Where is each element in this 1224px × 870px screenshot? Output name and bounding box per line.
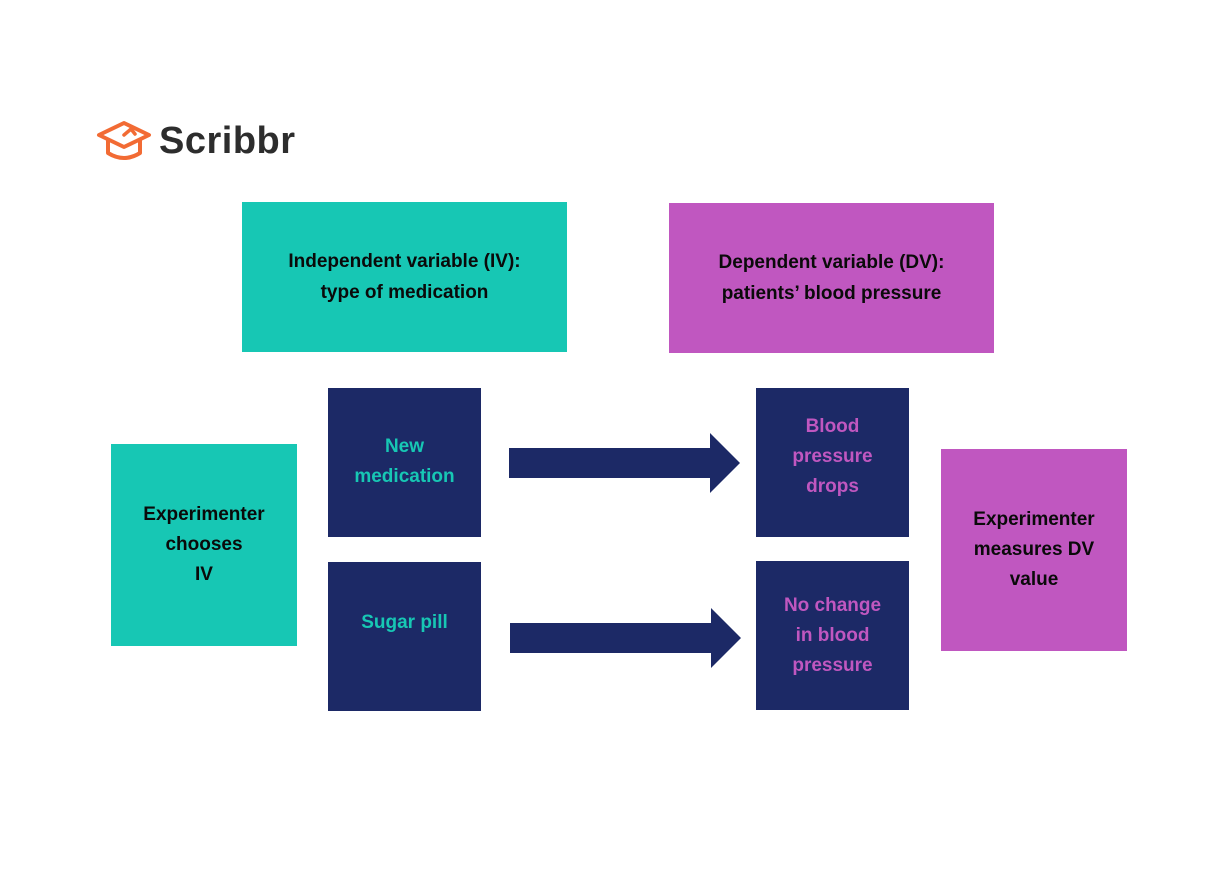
- dv-header-label: Dependent variable (DV): patients’ blood…: [718, 252, 945, 304]
- experimenter-measures-box: Experimenter measures DV value: [941, 449, 1127, 651]
- experimenter-chooses-label: Experimenter chooses IV: [143, 504, 265, 585]
- bp-drops-box: Blood pressure drops: [756, 388, 909, 537]
- new-medication-label: New medication: [354, 436, 455, 487]
- scribbr-logo: Scribbr: [95, 117, 296, 165]
- arrow-new-medication-to-bp-drops: [509, 433, 740, 493]
- arrow-sugar-pill-to-no-change: [510, 608, 741, 668]
- no-change-label: No change in blood pressure: [783, 595, 882, 676]
- brand-name: Scribbr: [159, 119, 296, 162]
- sugar-pill-box: Sugar pill: [328, 562, 481, 711]
- bp-drops-label: Blood pressure drops: [792, 416, 873, 497]
- dv-header-box: Dependent variable (DV): patients’ blood…: [669, 203, 994, 353]
- sugar-pill-label: Sugar pill: [361, 612, 448, 633]
- experimenter-measures-label: Experimenter measures DV value: [973, 509, 1095, 590]
- new-medication-box: New medication: [328, 388, 481, 537]
- graduation-cap-icon: [97, 121, 151, 160]
- iv-header-box: Independent variable (IV): type of medic…: [242, 202, 567, 352]
- iv-header-label: Independent variable (IV): type of medic…: [288, 251, 521, 303]
- no-change-box: No change in blood pressure: [756, 561, 909, 710]
- experimenter-chooses-box: Experimenter chooses IV: [111, 444, 297, 646]
